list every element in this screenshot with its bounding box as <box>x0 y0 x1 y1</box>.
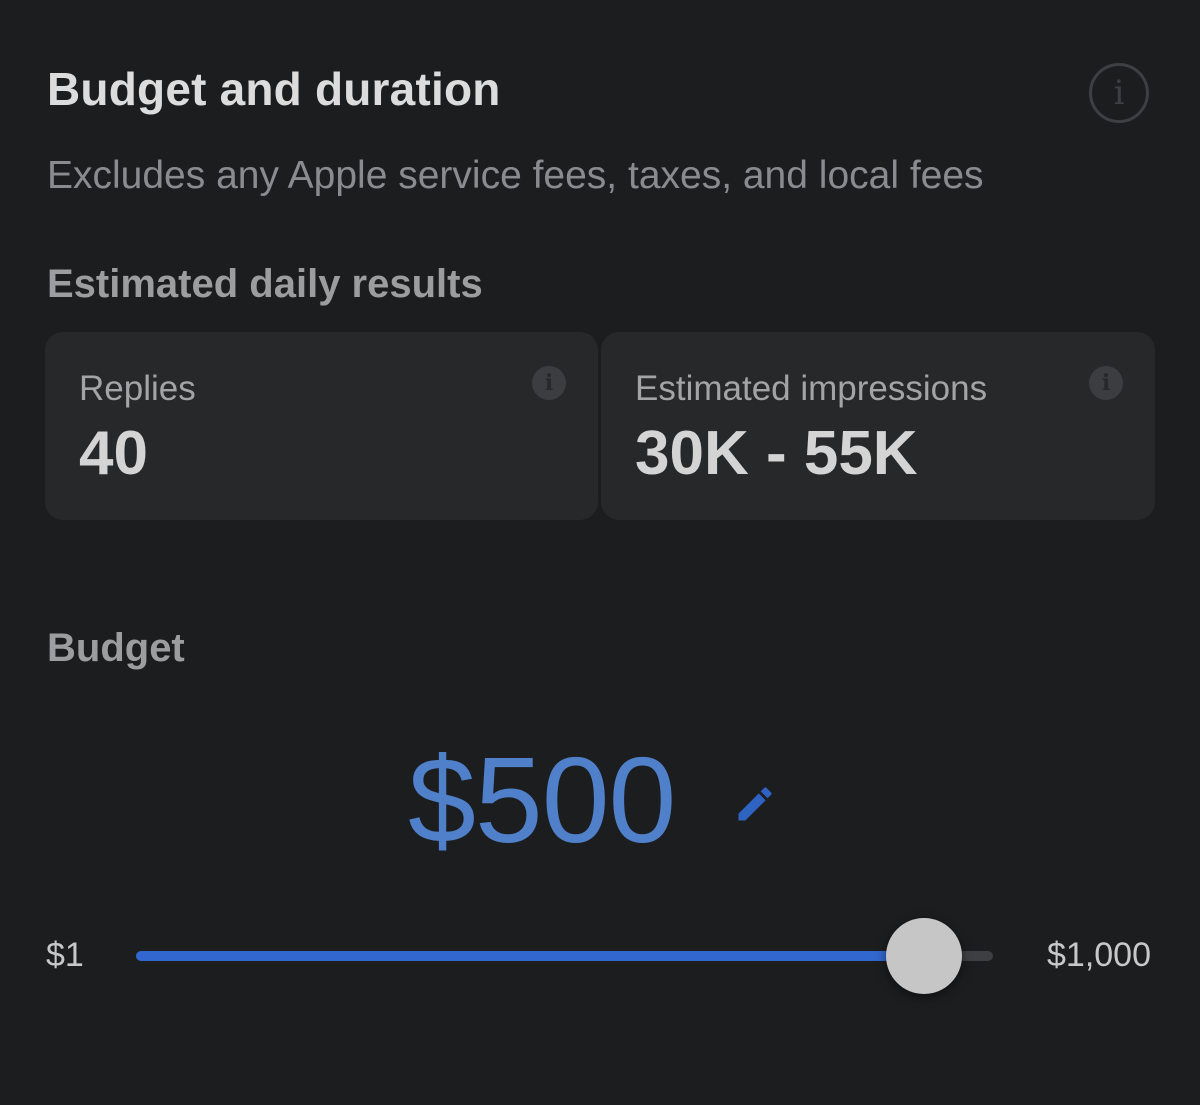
impressions-value: 30K - 55K <box>635 419 918 488</box>
impressions-card: Estimated impressions 30K - 55K i <box>601 332 1155 520</box>
slider-min-label: $1 <box>46 936 84 974</box>
section-subtitle: Excludes any Apple service fees, taxes, … <box>47 154 984 197</box>
budget-slider[interactable] <box>136 918 993 994</box>
info-icon[interactable]: i <box>1089 63 1149 123</box>
section-title: Budget and duration <box>47 63 501 115</box>
budget-slider-thumb[interactable] <box>886 918 963 994</box>
replies-info-icon[interactable]: i <box>532 366 566 400</box>
replies-value: 40 <box>79 419 148 488</box>
budget-amount[interactable]: $500 <box>408 730 676 870</box>
impressions-info-icon[interactable]: i <box>1089 366 1123 400</box>
budget-amount-row: $500 <box>0 730 1200 868</box>
impressions-label: Estimated impressions <box>635 369 988 408</box>
replies-label: Replies <box>79 369 196 408</box>
budget-heading: Budget <box>47 626 185 670</box>
estimated-results-heading: Estimated daily results <box>47 262 483 306</box>
replies-card: Replies 40 i <box>45 332 598 520</box>
pencil-icon[interactable] <box>733 782 777 826</box>
budget-slider-fill <box>136 951 925 961</box>
slider-max-label: $1,000 <box>1047 936 1151 974</box>
